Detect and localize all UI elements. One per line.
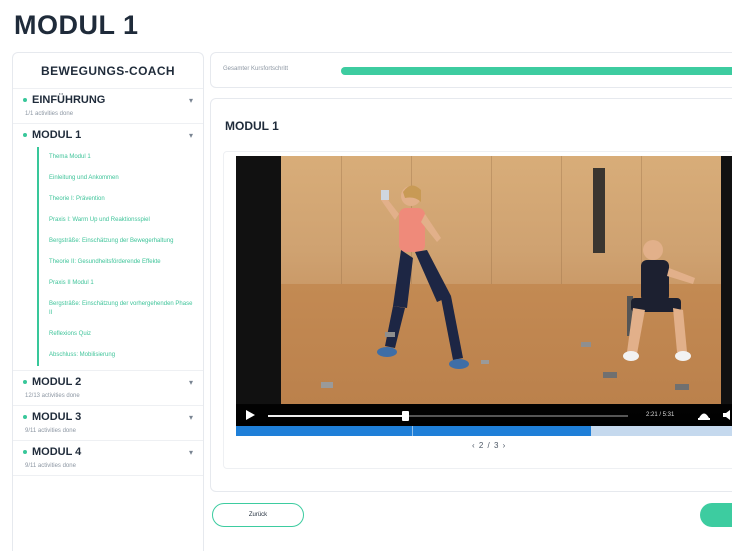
lesson-link[interactable]: Theorie I: Prävention xyxy=(49,189,193,210)
hat-icon[interactable] xyxy=(698,409,710,421)
video-frame xyxy=(281,156,721,404)
module-progress-text: 12/13 activities done xyxy=(25,393,80,399)
module-title: MODUL 1 xyxy=(32,129,82,141)
status-dot xyxy=(23,450,27,454)
sidebar-header: BEWEGUNGS-COACH xyxy=(13,53,203,89)
next-button[interactable] xyxy=(700,503,732,527)
sidebar-module-einfuehrung[interactable]: EINFÜHRUNG ▾ 1/1 activities done xyxy=(13,89,203,124)
sidebar-module-modul-3[interactable]: MODUL 3 ▾ 9/11 activities done xyxy=(13,406,203,441)
video-people-illustration xyxy=(321,185,695,390)
seek-handle[interactable] xyxy=(401,411,409,421)
module-progress-text: 9/11 activities done xyxy=(25,463,76,469)
video-buffer-bar[interactable] xyxy=(236,426,732,436)
page-title: MODUL 1 xyxy=(14,10,139,40)
sidebar-module-modul-2[interactable]: MODUL 2 ▾ 12/13 activities done xyxy=(13,371,203,406)
course-progress: Gesamter Kursfortschritt xyxy=(210,52,732,88)
video-buffer-fill xyxy=(236,426,591,436)
video-player[interactable]: 2:21 / 5:31 xyxy=(236,156,732,426)
module-progress-text: 1/1 activities done xyxy=(25,111,74,117)
play-icon[interactable] xyxy=(246,410,255,420)
video-time: 2:21 / 5:31 xyxy=(646,412,675,418)
chevron-down-icon[interactable]: ▾ xyxy=(189,131,193,140)
module-progress-text: 9/11 activities done xyxy=(25,428,76,434)
progress-track xyxy=(341,67,732,75)
slide-pager[interactable]: ‹ 2 / 3 › xyxy=(472,441,506,450)
progress-label: Gesamter Kursfortschritt xyxy=(223,66,289,72)
lesson-list: Thema Modul 1 Einleitung und Ankommen Th… xyxy=(37,147,193,366)
sidebar-module-modul-1[interactable]: MODUL 1 ▾ Thema Modul 1 Einleitung und A… xyxy=(13,124,203,371)
status-dot xyxy=(23,133,27,137)
status-dot xyxy=(23,415,27,419)
video-seek-fill xyxy=(268,415,405,417)
chevron-down-icon[interactable]: ▾ xyxy=(189,96,193,105)
course-sidebar: BEWEGUNGS-COACH EINFÜHRUNG ▾ 1/1 activit… xyxy=(12,52,204,551)
module-title: MODUL 2 xyxy=(32,376,82,388)
chevron-down-icon[interactable]: ▾ xyxy=(189,378,193,387)
chevron-down-icon[interactable]: ▾ xyxy=(189,448,193,457)
chevron-down-icon[interactable]: ▾ xyxy=(189,413,193,422)
lesson-link[interactable]: Bergsträße: Einschätzung der vorhergehen… xyxy=(49,294,193,324)
sidebar-module-modul-4[interactable]: MODUL 4 ▾ 9/11 activities done xyxy=(13,441,203,476)
status-dot xyxy=(23,98,27,102)
lesson-link[interactable]: Bergsträße: Einschätzung der Bewegerhalt… xyxy=(49,231,193,252)
module-title: MODUL 3 xyxy=(32,411,82,423)
module-title: MODUL 4 xyxy=(32,446,82,458)
lesson-link[interactable]: Thema Modul 1 xyxy=(49,147,193,168)
module-title: EINFÜHRUNG xyxy=(32,94,106,106)
status-dot xyxy=(23,380,27,384)
lesson-link[interactable]: Abschluss: Mobilisierung xyxy=(49,345,193,366)
lesson-link[interactable]: Einleitung und Ankommen xyxy=(49,168,193,189)
lesson-link[interactable]: Praxis I: Warm Up und Reaktionsspiel xyxy=(49,210,193,231)
lesson-link[interactable]: Reflexions Quiz xyxy=(49,324,193,345)
lesson-link[interactable]: Theorie II: Gesundheitsförderende Effekt… xyxy=(49,252,193,273)
volume-icon[interactable] xyxy=(722,409,732,421)
content-title: MODUL 1 xyxy=(225,119,279,133)
progress-fill xyxy=(341,67,732,75)
lesson-link[interactable]: Praxis II Modul 1 xyxy=(49,273,193,294)
back-button[interactable]: Zurück xyxy=(212,503,304,527)
video-seek-bar[interactable] xyxy=(268,415,628,417)
